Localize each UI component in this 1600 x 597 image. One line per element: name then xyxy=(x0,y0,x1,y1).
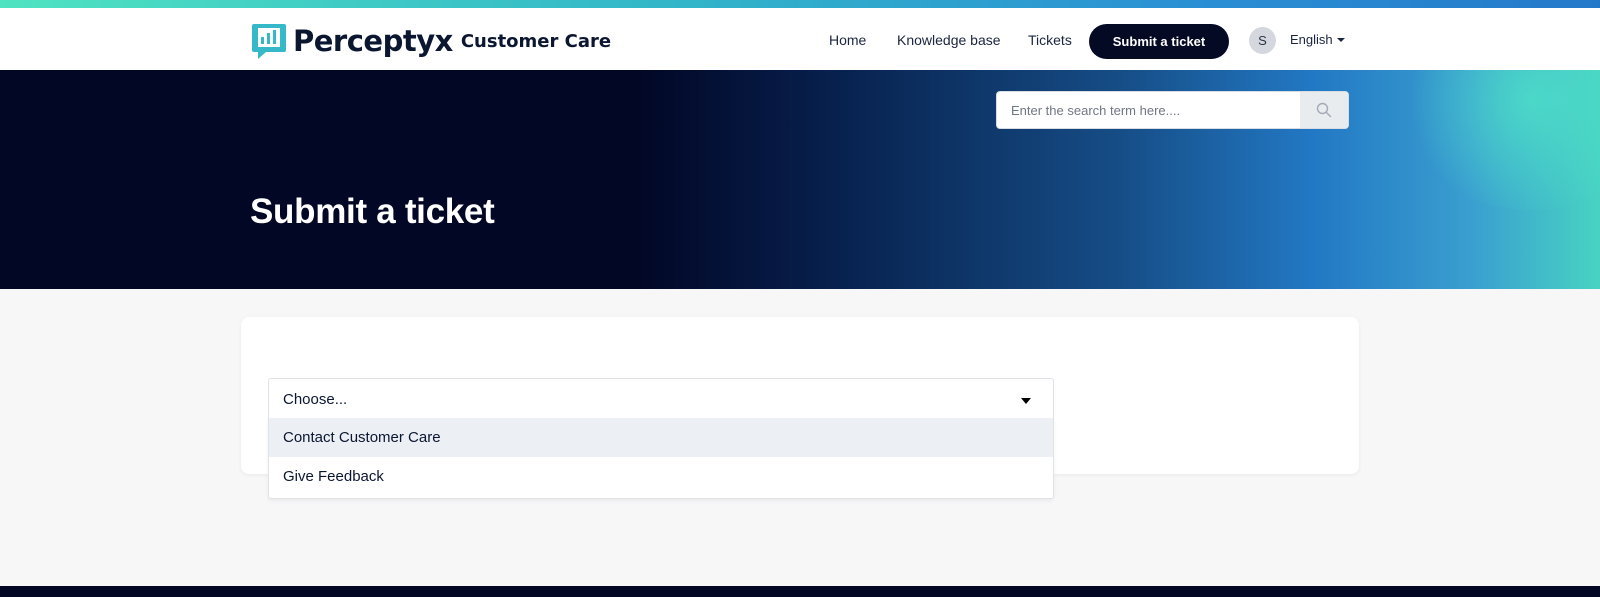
language-selector[interactable]: English xyxy=(1290,32,1345,47)
option-give-feedback[interactable]: Give Feedback xyxy=(269,457,1053,496)
caret-down-icon xyxy=(1021,398,1031,404)
chat-bar-chart-icon xyxy=(252,24,286,59)
option-label: Contact Customer Care xyxy=(283,429,441,446)
nav-tickets[interactable]: Tickets xyxy=(1028,32,1072,48)
site-header: Perceptyx Customer Care Home Knowledge b… xyxy=(0,8,1600,70)
search-icon xyxy=(1316,102,1332,118)
nav-knowledge-base[interactable]: Knowledge base xyxy=(897,32,1001,48)
top-accent-strip xyxy=(0,0,1600,8)
option-contact-customer-care[interactable]: Contact Customer Care xyxy=(269,418,1053,457)
brand-name: Perceptyx xyxy=(293,24,453,58)
brand-logo-link[interactable]: Perceptyx Customer Care xyxy=(250,21,611,61)
submit-ticket-button[interactable]: Submit a ticket xyxy=(1089,24,1229,59)
user-avatar[interactable]: S xyxy=(1249,27,1276,54)
hero-banner: Submit a ticket xyxy=(0,70,1600,289)
search-button[interactable] xyxy=(1300,92,1348,128)
brand-subtitle: Customer Care xyxy=(460,30,612,52)
ticket-type-dropdown: Contact Customer Care Give Feedback xyxy=(268,418,1054,499)
page-title: Submit a ticket xyxy=(250,192,495,231)
search-input[interactable] xyxy=(997,92,1301,128)
search-bar xyxy=(996,91,1349,129)
caret-down-icon xyxy=(1336,37,1345,42)
option-label: Give Feedback xyxy=(283,468,384,485)
language-label: English xyxy=(1290,32,1333,47)
hero-glow xyxy=(1400,70,1600,210)
footer-strip xyxy=(0,586,1600,597)
nav-home[interactable]: Home xyxy=(829,32,866,48)
select-current-value: Choose... xyxy=(283,391,348,408)
ticket-type-select[interactable]: Choose... xyxy=(268,378,1054,418)
